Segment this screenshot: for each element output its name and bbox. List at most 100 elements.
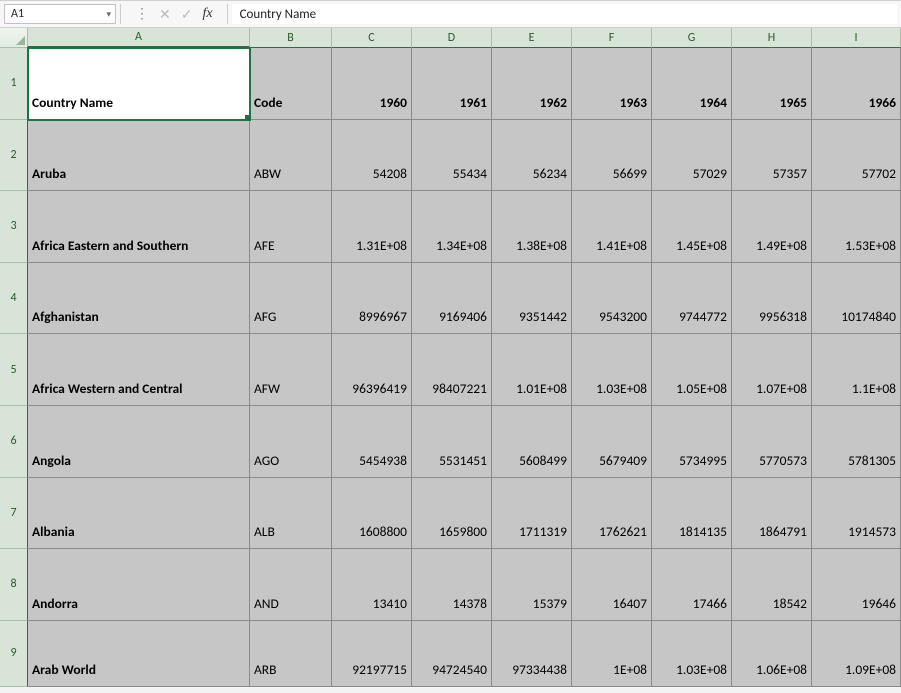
cell-B5[interactable]: AFW bbox=[250, 334, 332, 406]
cell-G6[interactable]: 5734995 bbox=[652, 406, 732, 478]
cell-B8[interactable]: AND bbox=[250, 549, 332, 621]
cell-G9[interactable]: 1.03E+08 bbox=[652, 621, 732, 687]
cell-A7[interactable]: Albania bbox=[28, 478, 250, 550]
column-header-F[interactable]: F bbox=[572, 28, 652, 48]
cell-I3[interactable]: 1.53E+08 bbox=[812, 191, 901, 263]
cell-F3[interactable]: 1.41E+08 bbox=[572, 191, 652, 263]
cell-D7[interactable]: 1659800 bbox=[412, 478, 492, 550]
cell-G4[interactable]: 9744772 bbox=[652, 263, 732, 335]
cell-C7[interactable]: 1608800 bbox=[332, 478, 412, 550]
cell-H8[interactable]: 18542 bbox=[732, 549, 812, 621]
cell-E2[interactable]: 56234 bbox=[492, 120, 572, 192]
cell-I6[interactable]: 5781305 bbox=[812, 406, 901, 478]
cell-H3[interactable]: 1.49E+08 bbox=[732, 191, 812, 263]
cell-D5[interactable]: 98407221 bbox=[412, 334, 492, 406]
cell-A4[interactable]: Afghanistan bbox=[28, 263, 250, 335]
cell-C6[interactable]: 5454938 bbox=[332, 406, 412, 478]
cell-F2[interactable]: 56699 bbox=[572, 120, 652, 192]
row-header-6[interactable]: 6 bbox=[0, 406, 28, 478]
cell-A9[interactable]: Arab World bbox=[28, 621, 250, 687]
chevron-down-icon[interactable]: ▾ bbox=[106, 9, 111, 20]
column-header-A[interactable]: A bbox=[28, 28, 250, 48]
cell-C9[interactable]: 92197715 bbox=[332, 621, 412, 687]
row-header-7[interactable]: 7 bbox=[0, 478, 28, 550]
cell-C5[interactable]: 96396419 bbox=[332, 334, 412, 406]
cell-G8[interactable]: 17466 bbox=[652, 549, 732, 621]
row-header-9[interactable]: 9 bbox=[0, 621, 28, 687]
row-header-5[interactable]: 5 bbox=[0, 334, 28, 406]
cell-A2[interactable]: Aruba bbox=[28, 120, 250, 192]
cell-H5[interactable]: 1.07E+08 bbox=[732, 334, 812, 406]
name-box[interactable]: A1 ▾ bbox=[4, 4, 116, 24]
cell-H2[interactable]: 57357 bbox=[732, 120, 812, 192]
expand-formula-icon[interactable]: ⋮ bbox=[135, 7, 149, 21]
cancel-icon[interactable]: ✕ bbox=[159, 6, 171, 23]
cell-I7[interactable]: 1914573 bbox=[812, 478, 901, 550]
cell-H7[interactable]: 1864791 bbox=[732, 478, 812, 550]
cell-C4[interactable]: 8996967 bbox=[332, 263, 412, 335]
cell-B6[interactable]: AGO bbox=[250, 406, 332, 478]
cell-F4[interactable]: 9543200 bbox=[572, 263, 652, 335]
cell-E1[interactable]: 1962 bbox=[492, 48, 572, 120]
cell-A5[interactable]: Africa Western and Central bbox=[28, 334, 250, 406]
cell-F5[interactable]: 1.03E+08 bbox=[572, 334, 652, 406]
cell-B3[interactable]: AFE bbox=[250, 191, 332, 263]
cell-H6[interactable]: 5770573 bbox=[732, 406, 812, 478]
row-header-4[interactable]: 4 bbox=[0, 263, 28, 335]
cell-I1[interactable]: 1966 bbox=[812, 48, 901, 120]
cell-H9[interactable]: 1.06E+08 bbox=[732, 621, 812, 687]
cell-C3[interactable]: 1.31E+08 bbox=[332, 191, 412, 263]
cell-F7[interactable]: 1762621 bbox=[572, 478, 652, 550]
enter-icon[interactable]: ✓ bbox=[181, 6, 193, 23]
row-header-2[interactable]: 2 bbox=[0, 120, 28, 192]
cell-B2[interactable]: ABW bbox=[250, 120, 332, 192]
cell-E6[interactable]: 5608499 bbox=[492, 406, 572, 478]
cell-H1[interactable]: 1965 bbox=[732, 48, 812, 120]
cell-E4[interactable]: 9351442 bbox=[492, 263, 572, 335]
cell-G2[interactable]: 57029 bbox=[652, 120, 732, 192]
select-all-triangle[interactable] bbox=[0, 28, 28, 48]
cell-D4[interactable]: 9169406 bbox=[412, 263, 492, 335]
cell-A8[interactable]: Andorra bbox=[28, 549, 250, 621]
row-header-1[interactable]: 1 bbox=[0, 48, 28, 120]
cell-I5[interactable]: 1.1E+08 bbox=[812, 334, 901, 406]
cell-B7[interactable]: ALB bbox=[250, 478, 332, 550]
cell-B1[interactable]: Code bbox=[250, 48, 332, 120]
column-header-D[interactable]: D bbox=[412, 28, 492, 48]
fx-icon[interactable]: fx bbox=[202, 6, 212, 22]
cell-G3[interactable]: 1.45E+08 bbox=[652, 191, 732, 263]
cell-D1[interactable]: 1961 bbox=[412, 48, 492, 120]
column-header-E[interactable]: E bbox=[492, 28, 572, 48]
cell-G1[interactable]: 1964 bbox=[652, 48, 732, 120]
cell-A3[interactable]: Africa Eastern and Southern bbox=[28, 191, 250, 263]
cell-E8[interactable]: 15379 bbox=[492, 549, 572, 621]
cell-E3[interactable]: 1.38E+08 bbox=[492, 191, 572, 263]
cell-G7[interactable]: 1814135 bbox=[652, 478, 732, 550]
cell-C8[interactable]: 13410 bbox=[332, 549, 412, 621]
cell-I2[interactable]: 57702 bbox=[812, 120, 901, 192]
cell-I8[interactable]: 19646 bbox=[812, 549, 901, 621]
cell-I9[interactable]: 1.09E+08 bbox=[812, 621, 901, 687]
cell-D8[interactable]: 14378 bbox=[412, 549, 492, 621]
cell-A6[interactable]: Angola bbox=[28, 406, 250, 478]
cell-G5[interactable]: 1.05E+08 bbox=[652, 334, 732, 406]
cell-B9[interactable]: ARB bbox=[250, 621, 332, 687]
cell-D3[interactable]: 1.34E+08 bbox=[412, 191, 492, 263]
row-header-3[interactable]: 3 bbox=[0, 191, 28, 263]
column-header-G[interactable]: G bbox=[652, 28, 732, 48]
cell-D2[interactable]: 55434 bbox=[412, 120, 492, 192]
cell-A1[interactable]: Country Name bbox=[28, 48, 250, 120]
cell-H4[interactable]: 9956318 bbox=[732, 263, 812, 335]
cell-E9[interactable]: 97334438 bbox=[492, 621, 572, 687]
row-header-8[interactable]: 8 bbox=[0, 549, 28, 621]
cell-B4[interactable]: AFG bbox=[250, 263, 332, 335]
column-header-H[interactable]: H bbox=[732, 28, 812, 48]
formula-input[interactable] bbox=[232, 4, 897, 24]
cell-F8[interactable]: 16407 bbox=[572, 549, 652, 621]
column-header-I[interactable]: I bbox=[812, 28, 901, 48]
cell-I4[interactable]: 10174840 bbox=[812, 263, 901, 335]
spreadsheet-grid[interactable]: A B C D E F G H I 1 Country Name Code 19… bbox=[0, 28, 901, 693]
cell-C1[interactable]: 1960 bbox=[332, 48, 412, 120]
cell-E5[interactable]: 1.01E+08 bbox=[492, 334, 572, 406]
cell-F9[interactable]: 1E+08 bbox=[572, 621, 652, 687]
